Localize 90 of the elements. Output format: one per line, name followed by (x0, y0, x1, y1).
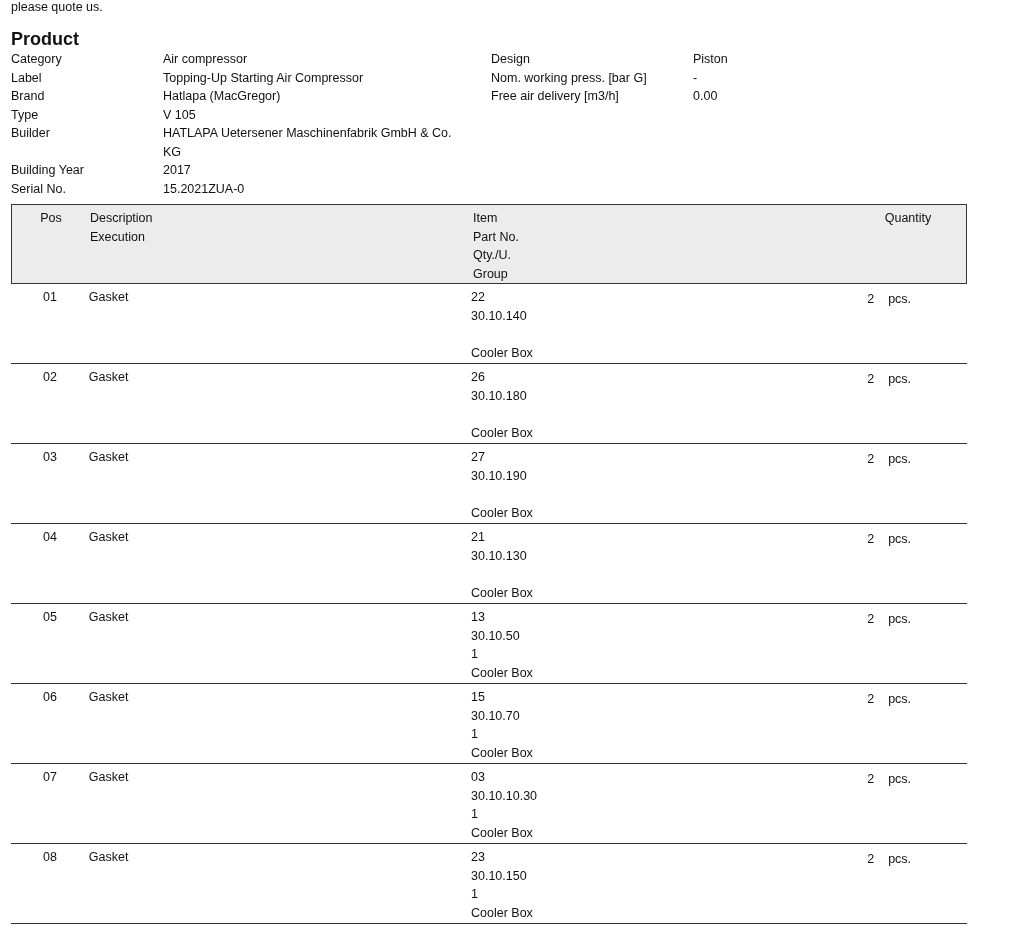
table-cell-text: 23 (471, 849, 486, 866)
property-value: HATLAPA Uetersener Maschinenfabrik GmbH & Co. KG (163, 125, 453, 161)
table-cell-text: pcs. (888, 451, 912, 468)
table-cell-text: 2 (867, 451, 875, 468)
table-cell-text: 27 (471, 449, 486, 466)
table-cell-text: 1 (471, 806, 479, 823)
column-header: Part No. (473, 228, 520, 246)
table-cell-text: pcs. (888, 611, 912, 628)
section-title: Product (11, 28, 80, 50)
table-cell-text: pcs. (888, 771, 912, 788)
table-cell-text: pcs. (888, 531, 912, 548)
property-value: Hatlapa (MacGregor) (163, 88, 282, 105)
property-label: Serial No. (11, 180, 67, 198)
table-cell-text: Cooler Box (471, 344, 534, 362)
property-label: Building Year (11, 162, 85, 179)
table-cell-text: 2 (867, 371, 875, 388)
table-cell-text: 2 (867, 531, 875, 548)
table-cell-text: pcs. (888, 691, 912, 708)
intro-text: please quote us. (11, 0, 104, 14)
table-cell-text: Gasket (88, 609, 130, 626)
table-cell-text: 26 (471, 369, 486, 386)
property-value: Topping-Up Starting Air Compressor (163, 69, 365, 87)
table-cell-text: Gasket (88, 449, 130, 466)
table-cell-text: 30.10.130 (471, 547, 528, 565)
table-cell-text: 1 (471, 646, 479, 663)
property-label: Brand (11, 88, 46, 105)
table-cell-text: Cooler Box (471, 904, 534, 922)
table-cell-text: 30.10.150 (471, 867, 528, 885)
table-cell-text: Cooler Box (471, 744, 534, 762)
table-cell-text: Cooler Box (471, 504, 534, 522)
property-label: Type (11, 106, 40, 124)
property-label: Builder (11, 125, 51, 142)
table-cell-text: 02 (42, 369, 57, 386)
property-value: V 105 (163, 106, 197, 124)
table-cell-text: 30.10.10.30 (471, 787, 539, 805)
column-header: Execution (90, 228, 146, 246)
property-value: Piston (693, 51, 729, 68)
table-cell-text: 30.10.70 (471, 707, 521, 725)
table-cell-text: 30.10.50 (471, 627, 521, 645)
table-cell-text: 2 (867, 771, 875, 788)
table-cell-text: 07 (42, 769, 57, 786)
table-cell-text: pcs. (888, 291, 912, 308)
property-label: Free air delivery [m3/h] (491, 88, 620, 105)
table-cell-text: 1 (471, 886, 479, 903)
property-label: Nom. working press. [bar G] (491, 69, 648, 87)
table-cell-text: Cooler Box (471, 584, 534, 602)
property-value: - (693, 69, 699, 87)
table-cell-text: Gasket (88, 849, 130, 866)
table-cell-text: pcs. (888, 371, 912, 388)
table-cell-text: Cooler Box (471, 424, 534, 442)
table-cell-text: 1 (471, 726, 479, 743)
table-cell-text: pcs. (888, 851, 912, 868)
column-header: Pos (40, 210, 62, 227)
table-cell-text: 2 (867, 291, 875, 308)
table-cell-text: Cooler Box (471, 824, 534, 842)
table-cell-text: 30.10.190 (471, 467, 528, 485)
property-value: Air compressor (163, 51, 249, 68)
table-cell-text: Gasket (88, 369, 130, 386)
table-cell-text: 01 (42, 289, 57, 306)
column-header: Quantity (884, 210, 932, 227)
table-cell-text: 2 (867, 691, 875, 708)
table-cell-text: 15 (471, 689, 486, 706)
table-cell-text: Cooler Box (471, 664, 534, 682)
table-cell-text: Gasket (88, 769, 130, 786)
table-cell-text: Gasket (88, 689, 130, 706)
table-cell-text: 30.10.180 (471, 387, 528, 405)
table-cell-text: 06 (42, 689, 57, 706)
table-cell-text: 08 (42, 849, 57, 866)
table-cell-text: 03 (471, 769, 486, 786)
table-cell-text: Gasket (88, 289, 130, 306)
table-cell-text: 30.10.140 (471, 307, 528, 325)
property-value: 0.00 (693, 88, 719, 105)
table-cell-text: 2 (867, 611, 875, 628)
property-label: Design (491, 51, 531, 68)
column-header: Item (473, 210, 499, 227)
property-label: Label (11, 69, 43, 87)
column-header: Qty./U. (473, 247, 512, 264)
table-cell-text: 04 (42, 529, 57, 546)
property-label: Category (11, 51, 63, 68)
table-cell-text: 13 (471, 609, 486, 626)
property-value: 2017 (163, 162, 192, 179)
table-cell-text: 22 (471, 289, 486, 306)
table-cell-text: 03 (42, 449, 57, 466)
property-value: 15.2021ZUA-0 (163, 180, 246, 198)
table-cell-text: 21 (471, 529, 486, 546)
column-header: Group (473, 265, 509, 283)
column-header: Description (90, 210, 154, 227)
table-cell-text: 05 (42, 609, 57, 626)
table-cell-text: Gasket (88, 529, 130, 546)
table-cell-text: 2 (867, 851, 875, 868)
